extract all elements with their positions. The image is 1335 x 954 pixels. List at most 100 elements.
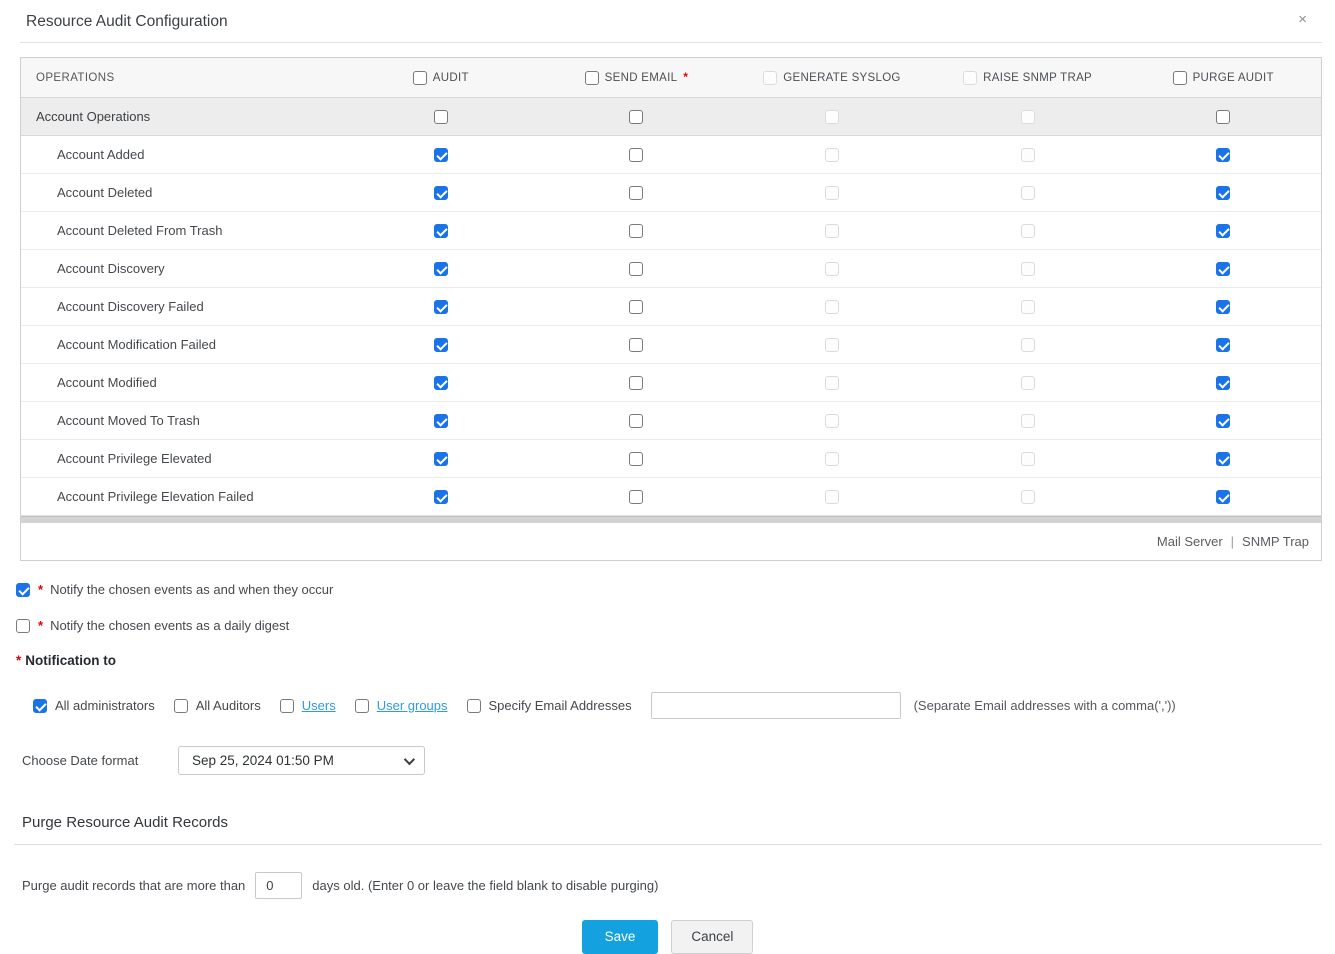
purge-days-input[interactable] xyxy=(255,872,302,899)
row-checkbox[interactable] xyxy=(825,452,839,466)
row-checkbox[interactable] xyxy=(629,338,643,352)
row-checkbox[interactable] xyxy=(434,490,448,504)
row-checkbox[interactable] xyxy=(825,148,839,162)
notify-digest-label: Notify the chosen events as a daily dige… xyxy=(50,618,289,633)
notification-to-label: *Notification to xyxy=(16,653,1335,668)
row-checkbox[interactable] xyxy=(825,186,839,200)
checkbox-cell xyxy=(734,376,930,390)
checkbox-cell xyxy=(1125,148,1321,162)
recipient-checkbox[interactable] xyxy=(33,699,47,713)
row-checkbox[interactable] xyxy=(825,490,839,504)
row-checkbox[interactable] xyxy=(1216,224,1230,238)
column-select-all-checkbox[interactable] xyxy=(1173,71,1187,85)
row-checkbox[interactable] xyxy=(825,376,839,390)
row-checkbox[interactable] xyxy=(629,110,643,124)
row-checkbox[interactable] xyxy=(1021,376,1035,390)
row-checkbox[interactable] xyxy=(434,300,448,314)
row-checkbox[interactable] xyxy=(1021,414,1035,428)
checkbox-cell xyxy=(539,490,735,504)
row-checkbox[interactable] xyxy=(1021,338,1035,352)
row-checkbox[interactable] xyxy=(629,148,643,162)
row-checkbox[interactable] xyxy=(629,452,643,466)
table-row: Account Deleted xyxy=(21,174,1321,212)
row-checkbox[interactable] xyxy=(1216,262,1230,276)
row-checkbox[interactable] xyxy=(629,224,643,238)
column-select-all-checkbox[interactable] xyxy=(585,71,599,85)
row-checkbox[interactable] xyxy=(629,490,643,504)
recipient-option[interactable]: User groups xyxy=(355,698,448,713)
row-checkbox[interactable] xyxy=(825,338,839,352)
checkbox-cell xyxy=(930,262,1126,276)
header-divider xyxy=(20,42,1322,43)
row-checkbox[interactable] xyxy=(1021,490,1035,504)
row-checkbox[interactable] xyxy=(1021,148,1035,162)
checkbox-cell xyxy=(734,148,930,162)
email-addresses-input[interactable] xyxy=(651,692,901,719)
row-checkbox[interactable] xyxy=(1021,262,1035,276)
mail-server-link[interactable]: Mail Server xyxy=(1157,534,1223,549)
row-checkbox[interactable] xyxy=(434,186,448,200)
notify-digest-checkbox[interactable] xyxy=(16,619,30,633)
checkbox-cell xyxy=(343,338,539,352)
checkbox-cell xyxy=(930,186,1126,200)
row-checkbox[interactable] xyxy=(825,300,839,314)
recipient-checkbox[interactable] xyxy=(280,699,294,713)
row-checkbox[interactable] xyxy=(434,414,448,428)
checkbox-cell xyxy=(930,490,1126,504)
row-checkbox[interactable] xyxy=(1216,186,1230,200)
recipient-checkbox[interactable] xyxy=(467,699,481,713)
row-checkbox[interactable] xyxy=(1216,490,1230,504)
purge-text-before: Purge audit records that are more than xyxy=(22,878,245,893)
row-checkbox[interactable] xyxy=(1216,414,1230,428)
row-checkbox[interactable] xyxy=(434,148,448,162)
recipient-option[interactable]: Specify Email Addresses xyxy=(467,698,632,713)
row-checkbox[interactable] xyxy=(825,224,839,238)
row-checkbox[interactable] xyxy=(1216,300,1230,314)
notify-occur-row: * Notify the chosen events as and when t… xyxy=(16,582,1335,597)
row-checkbox[interactable] xyxy=(629,300,643,314)
row-checkbox[interactable] xyxy=(434,224,448,238)
checkbox-cell xyxy=(734,186,930,200)
column-select-all-checkbox[interactable] xyxy=(763,71,777,85)
recipient-checkbox[interactable] xyxy=(174,699,188,713)
column-header: SEND EMAIL * xyxy=(539,71,735,85)
row-checkbox[interactable] xyxy=(1021,452,1035,466)
row-checkbox[interactable] xyxy=(629,186,643,200)
column-select-all-checkbox[interactable] xyxy=(963,71,977,85)
row-checkbox[interactable] xyxy=(1216,110,1230,124)
notify-digest-row: * Notify the chosen events as a daily di… xyxy=(16,618,1335,633)
snmp-trap-link[interactable]: SNMP Trap xyxy=(1242,534,1309,549)
row-checkbox[interactable] xyxy=(1021,186,1035,200)
row-checkbox[interactable] xyxy=(1216,376,1230,390)
row-checkbox[interactable] xyxy=(629,262,643,276)
row-checkbox[interactable] xyxy=(1021,224,1035,238)
recipient-option[interactable]: All Auditors xyxy=(174,698,261,713)
close-icon[interactable]: × xyxy=(1298,12,1307,27)
row-checkbox[interactable] xyxy=(629,414,643,428)
recipient-option[interactable]: All administrators xyxy=(33,698,155,713)
row-checkbox[interactable] xyxy=(825,110,839,124)
row-checkbox[interactable] xyxy=(1021,110,1035,124)
save-button[interactable]: Save xyxy=(582,920,659,954)
column-select-all-checkbox[interactable] xyxy=(413,71,427,85)
recipient-checkbox[interactable] xyxy=(355,699,369,713)
row-checkbox[interactable] xyxy=(1216,452,1230,466)
row-checkbox[interactable] xyxy=(629,376,643,390)
date-format-select[interactable]: Sep 25, 2024 01:50 PM xyxy=(178,746,425,775)
row-checkbox[interactable] xyxy=(825,262,839,276)
row-checkbox[interactable] xyxy=(1021,300,1035,314)
row-checkbox[interactable] xyxy=(825,414,839,428)
table-row: Account Privilege Elevated xyxy=(21,440,1321,478)
notify-occur-checkbox[interactable] xyxy=(16,583,30,597)
horizontal-scrollbar[interactable] xyxy=(21,516,1321,523)
row-checkbox[interactable] xyxy=(434,262,448,276)
row-checkbox[interactable] xyxy=(434,376,448,390)
recipient-option[interactable]: Users xyxy=(280,698,336,713)
group-row-label: Account Operations xyxy=(21,109,343,124)
row-checkbox[interactable] xyxy=(434,338,448,352)
row-checkbox[interactable] xyxy=(434,452,448,466)
row-checkbox[interactable] xyxy=(434,110,448,124)
row-checkbox[interactable] xyxy=(1216,148,1230,162)
cancel-button[interactable]: Cancel xyxy=(671,920,753,954)
row-checkbox[interactable] xyxy=(1216,338,1230,352)
